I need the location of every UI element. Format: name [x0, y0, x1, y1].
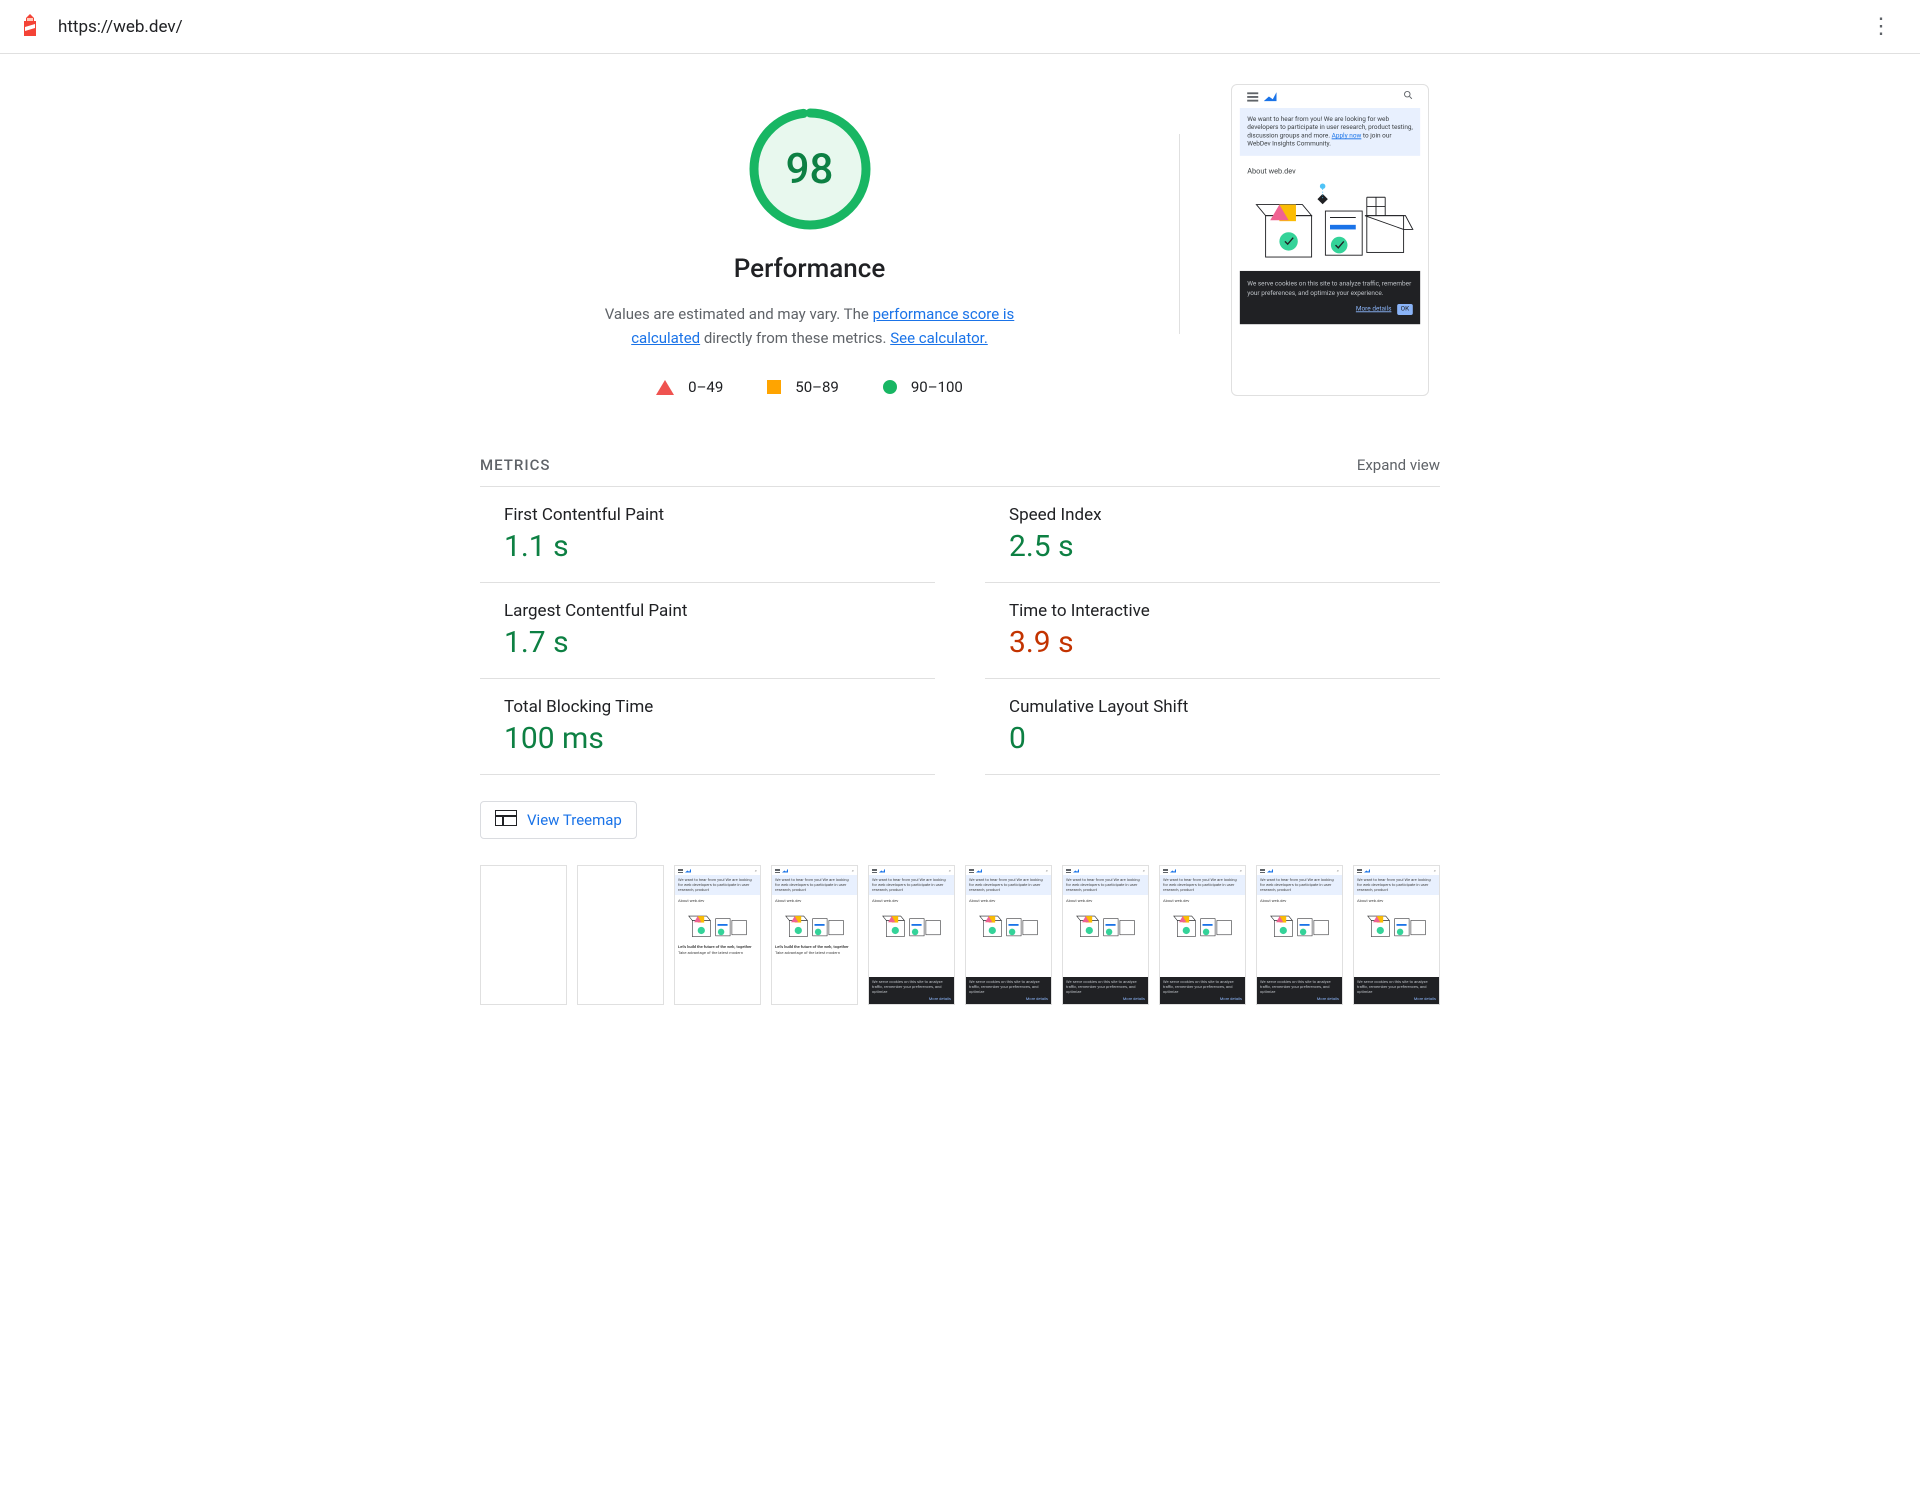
metric-row: Largest Contentful Paint 1.7 s	[480, 583, 935, 679]
metric-row: Speed Index 2.5 s	[985, 487, 1440, 583]
preview-more-details-link: More details	[1356, 305, 1392, 314]
metric-name: Cumulative Layout Shift	[1009, 697, 1436, 717]
treemap-icon	[495, 810, 517, 830]
filmstrip-frame[interactable]: ⌕We want to hear from you! We are lookin…	[965, 865, 1052, 1005]
legend-fail-label: 0–49	[688, 378, 723, 396]
score-gauge: 98	[745, 104, 875, 234]
performance-summary: 98 Performance Values are estimated and …	[480, 84, 1139, 396]
preview-about-label: About web.dev	[1240, 156, 1420, 179]
filmstrip-frame[interactable]	[577, 865, 664, 1005]
filmstrip-frame[interactable]: ⌕We want to hear from you! We are lookin…	[674, 865, 761, 1005]
legend-average-label: 50–89	[795, 378, 839, 396]
webdev-logo-icon	[1264, 92, 1277, 101]
metric-value: 100 ms	[504, 721, 931, 756]
vertical-divider	[1179, 134, 1180, 334]
metric-value: 3.9 s	[1009, 625, 1436, 660]
metric-value: 0	[1009, 721, 1436, 756]
metric-name: Speed Index	[1009, 505, 1436, 525]
see-calculator-link[interactable]: See calculator.	[890, 329, 988, 347]
hamburger-icon	[1247, 92, 1258, 101]
metric-row: Cumulative Layout Shift 0	[985, 679, 1440, 775]
score-legend: 0–49 50–89 90–100	[656, 378, 963, 396]
category-title: Performance	[734, 254, 886, 284]
desc-text-1: Values are estimated and may vary. The	[605, 305, 873, 323]
view-treemap-button[interactable]: View Treemap	[480, 801, 637, 839]
metric-row: Time to Interactive 3.9 s	[985, 583, 1440, 679]
preview-cookie-text: We serve cookies on this site to analyze…	[1247, 280, 1413, 298]
metric-name: Total Blocking Time	[504, 697, 931, 717]
score-value: 98	[745, 104, 875, 234]
lighthouse-icon	[20, 14, 40, 40]
expand-view-link[interactable]: Expand view	[1357, 456, 1440, 474]
filmstrip-frame[interactable]: ⌕We want to hear from you! We are lookin…	[868, 865, 955, 1005]
preview-illustration	[1240, 179, 1420, 271]
desc-text-2: directly from these metrics.	[700, 329, 890, 347]
metric-name: Time to Interactive	[1009, 601, 1436, 621]
view-treemap-label: View Treemap	[527, 811, 622, 829]
metric-row: First Contentful Paint 1.1 s	[480, 487, 935, 583]
metrics-section-title: Metrics	[480, 456, 550, 474]
metric-value: 1.1 s	[504, 529, 931, 564]
filmstrip-frame[interactable]: ⌕We want to hear from you! We are lookin…	[1353, 865, 1440, 1005]
more-menu-icon[interactable]: ⋮	[1862, 10, 1900, 43]
metric-name: Largest Contentful Paint	[504, 601, 931, 621]
score-description: Values are estimated and may vary. The p…	[590, 302, 1030, 350]
search-icon	[1404, 91, 1413, 103]
filmstrip-frame[interactable]: ⌕We want to hear from you! We are lookin…	[1159, 865, 1246, 1005]
pass-circle-icon	[883, 380, 897, 394]
filmstrip-frame[interactable]: ⌕We want to hear from you! We are lookin…	[1256, 865, 1343, 1005]
metric-value: 2.5 s	[1009, 529, 1436, 564]
legend-pass-label: 90–100	[911, 378, 963, 396]
metric-row: Total Blocking Time 100 ms	[480, 679, 935, 775]
page-screenshot-preview: We want to hear from you! We are looking…	[1231, 84, 1429, 396]
metric-name: First Contentful Paint	[504, 505, 931, 525]
page-url: https://web.dev/	[58, 17, 183, 37]
preview-banner-link: Apply now	[1332, 132, 1362, 139]
average-square-icon	[767, 380, 781, 394]
filmstrip-frame[interactable]: ⌕We want to hear from you! We are lookin…	[1062, 865, 1149, 1005]
filmstrip-frame[interactable]	[480, 865, 567, 1005]
metric-value: 1.7 s	[504, 625, 931, 660]
fail-triangle-icon	[656, 380, 674, 395]
filmstrip-frame[interactable]: ⌕We want to hear from you! We are lookin…	[771, 865, 858, 1005]
preview-ok-button: OK	[1397, 304, 1413, 315]
header-bar: https://web.dev/ ⋮	[0, 0, 1920, 54]
